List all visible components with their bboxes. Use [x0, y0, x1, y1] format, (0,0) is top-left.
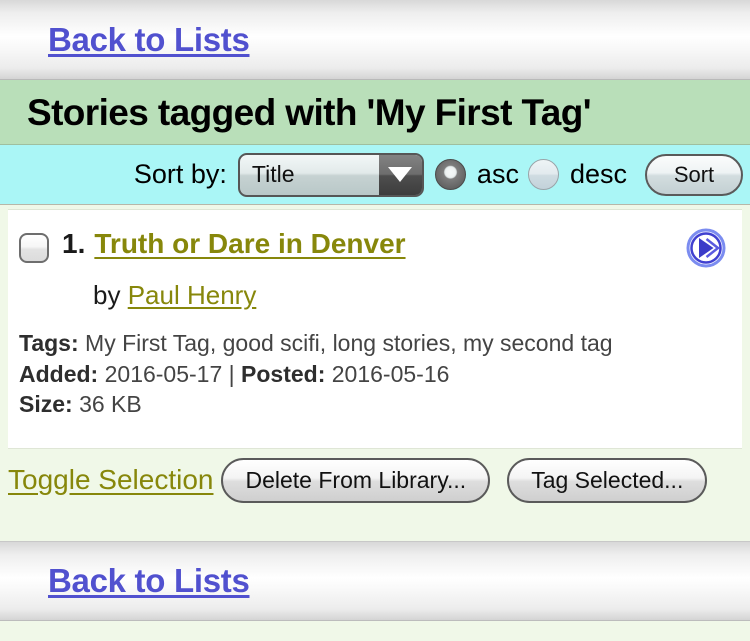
- story-index: 1.: [62, 228, 86, 259]
- toggle-selection-link[interactable]: Toggle Selection: [8, 464, 213, 496]
- story-header-row: 1. Truth or Dare in Denver: [8, 228, 742, 268]
- sort-direction-group: asc desc: [434, 159, 636, 190]
- page-heading-band: Stories tagged with 'My First Tag': [0, 80, 750, 145]
- size-label: Size:: [19, 391, 73, 418]
- sort-by-label: Sort by:: [133, 159, 227, 189]
- posted-value: 2016-05-16: [331, 360, 450, 387]
- radio-desc-label: desc: [569, 159, 627, 189]
- story-metadata: Tags: My First Tag, good scifi, long sto…: [8, 328, 742, 420]
- tags-label: Tags:: [19, 330, 79, 356]
- sort-button[interactable]: Sort: [645, 153, 743, 196]
- story-list: 1. Truth or Dare in Denver by Paul Henry: [0, 205, 750, 449]
- delete-from-library-button[interactable]: Delete From Library...: [221, 457, 491, 503]
- back-to-lists-link-top[interactable]: Back to Lists: [48, 21, 250, 59]
- size-value: 36 KB: [79, 391, 142, 418]
- radio-asc[interactable]: [434, 159, 466, 190]
- chevron-down-icon: [378, 154, 422, 195]
- story-size-line: Size: 36 KB: [19, 389, 742, 420]
- radio-asc-label: asc: [476, 159, 519, 189]
- added-value: 2016-05-17: [104, 360, 223, 387]
- sort-field-value: Title: [251, 161, 295, 187]
- added-label: Added:: [19, 360, 99, 387]
- tags-value: My First Tag, good scifi, long stories, …: [85, 330, 613, 356]
- story-byline: by Paul Henry: [8, 280, 742, 311]
- story-author-link[interactable]: Paul Henry: [128, 280, 257, 310]
- sort-toolbar: Sort by: Title asc desc Sort: [0, 145, 750, 205]
- radio-desc[interactable]: [527, 159, 559, 190]
- bottom-spacer: [0, 511, 750, 541]
- story-dates-line: Added: 2016-05-17 | Posted: 2016-05-16: [19, 359, 742, 390]
- story-tags-line: Tags: My First Tag, good scifi, long sto…: [19, 328, 742, 359]
- back-to-lists-link-bottom[interactable]: Back to Lists: [48, 562, 250, 600]
- posted-label: Posted:: [241, 360, 326, 387]
- list-actions-bar: Toggle Selection Delete From Library... …: [0, 449, 750, 511]
- sort-field-select[interactable]: Title: [237, 152, 424, 197]
- top-navbar: Back to Lists: [0, 0, 750, 80]
- story-select-checkbox[interactable]: [19, 233, 49, 263]
- page-title: Stories tagged with 'My First Tag': [27, 91, 592, 133]
- by-prefix: by: [93, 280, 121, 310]
- meta-separator: |: [228, 360, 235, 387]
- open-story-arrow-icon[interactable]: [686, 228, 726, 268]
- story-card: 1. Truth or Dare in Denver by Paul Henry: [8, 209, 742, 449]
- tag-selected-button[interactable]: Tag Selected...: [507, 457, 708, 503]
- page-root: Back to Lists Stories tagged with 'My Fi…: [0, 0, 750, 641]
- bottom-navbar: Back to Lists: [0, 541, 750, 621]
- story-title-link[interactable]: Truth or Dare in Denver: [94, 228, 405, 260]
